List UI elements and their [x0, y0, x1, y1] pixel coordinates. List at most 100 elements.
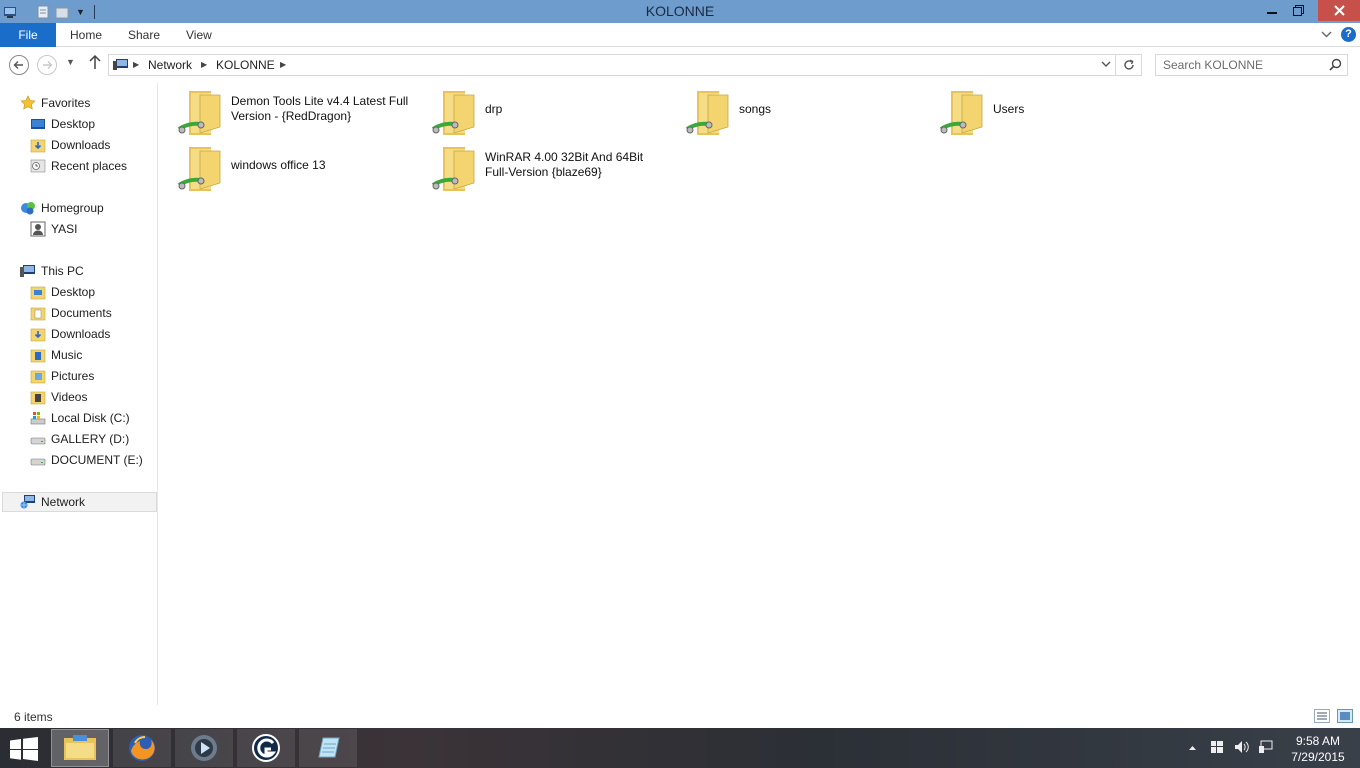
address-bar[interactable]: ▶ Network ▶ KOLONNE ▶	[108, 54, 1116, 76]
action-center-flag-icon[interactable]	[1210, 740, 1224, 754]
show-hidden-icons-chevron-icon[interactable]	[1188, 745, 1197, 751]
crumb-chevron-icon[interactable]: ▶	[201, 60, 207, 69]
sidebar-item-label: Pictures	[51, 369, 95, 383]
refresh-icon	[1123, 59, 1134, 70]
file-name: drp	[485, 101, 503, 116]
sidebar-item-pc-desktop[interactable]: Desktop	[30, 282, 95, 302]
notepad-icon	[318, 737, 340, 758]
arrow-right-icon	[43, 61, 53, 69]
windows-start-icon[interactable]	[10, 737, 38, 761]
sidebar-item-downloads[interactable]: Downloads	[30, 135, 110, 155]
tab-share[interactable]: Share	[128, 23, 160, 47]
sidebar-item-label: GALLERY (D:)	[51, 432, 130, 446]
star-icon	[20, 95, 36, 110]
shared-folder-icon	[177, 147, 221, 191]
restore-button[interactable]	[1286, 0, 1310, 21]
clock-time: 9:58 AM	[1295, 734, 1341, 748]
network-icon	[20, 495, 35, 509]
sidebar-item-gallery-d[interactable]: GALLERY (D:)	[30, 429, 129, 449]
large-icons-view-button[interactable]	[1337, 709, 1353, 723]
recent-locations-chevron-icon[interactable]: ▼	[66, 57, 75, 67]
help-icon[interactable]: ?	[1341, 27, 1356, 42]
file-name: windows office 13	[231, 157, 326, 172]
minimize-button[interactable]	[1258, 0, 1286, 21]
firefox-icon	[129, 735, 155, 761]
file-name: WinRAR 4.00 32Bit And 64Bit Full-Version…	[485, 150, 644, 179]
large-icons-view-icon	[1340, 712, 1350, 720]
address-dropdown-chevron-icon[interactable]	[1101, 61, 1111, 69]
search-icon[interactable]	[1329, 58, 1342, 71]
crumb-kolonne[interactable]: KOLONNE	[216, 58, 275, 72]
sidebar-item-label: Network	[41, 495, 86, 509]
tab-file[interactable]: File	[0, 23, 56, 47]
sidebar-item-local-disk-c[interactable]: Local Disk (C:)	[30, 408, 130, 428]
expand-ribbon-chevron-icon[interactable]	[1321, 31, 1332, 38]
sidebar-item-documents[interactable]: Documents	[30, 303, 112, 323]
sidebar-item-favorites[interactable]: Favorites	[20, 93, 90, 113]
taskbar-notepad[interactable]	[299, 729, 357, 767]
taskbar-app-g[interactable]	[237, 729, 295, 767]
crumb-chevron-icon[interactable]: ▶	[133, 60, 139, 69]
sidebar-item-label: Downloads	[51, 327, 111, 341]
title-bar: ▼ KOLONNE	[0, 0, 1360, 23]
list-item[interactable]: Users	[921, 83, 1171, 135]
sidebar-item-this-pc[interactable]: This PC	[20, 261, 84, 281]
app-g-icon	[252, 734, 280, 762]
sidebar-item-recent-places[interactable]: Recent places	[30, 156, 127, 176]
sidebar-item-label: Downloads	[51, 138, 111, 152]
sidebar-item-label: Local Disk (C:)	[51, 411, 130, 425]
item-count: 6 items	[14, 710, 53, 724]
details-view-button[interactable]	[1314, 709, 1330, 723]
sidebar-item-label: YASI	[51, 222, 78, 236]
tab-view[interactable]: View	[186, 23, 212, 47]
downloads-folder-icon	[30, 328, 46, 342]
back-button[interactable]	[9, 55, 29, 75]
status-bar: 6 items	[0, 705, 1360, 728]
sidebar-item-document-e[interactable]: DOCUMENT (E:)	[30, 450, 143, 470]
sidebar-item-pictures[interactable]: Pictures	[30, 366, 94, 386]
sidebar-item-network[interactable]: Network	[2, 492, 157, 512]
sidebar-item-videos[interactable]: Videos	[30, 387, 87, 407]
list-item[interactable]: WinRAR 4.00 32Bit And 64Bit Full-Version…	[413, 139, 663, 191]
media-player-icon	[191, 735, 217, 761]
sidebar-item-music[interactable]: Music	[30, 345, 82, 365]
details-view-icon	[1317, 712, 1327, 720]
taskbar-media-player[interactable]	[175, 729, 233, 767]
list-item[interactable]: Demon Tools Lite v4.4 Latest Full Versio…	[159, 83, 409, 135]
network-pc-icon	[113, 59, 128, 70]
sidebar-item-desktop[interactable]: Desktop	[30, 114, 95, 134]
search-box[interactable]	[1155, 54, 1348, 76]
desktop-icon	[31, 119, 45, 129]
recent-places-icon	[30, 159, 46, 173]
tab-home[interactable]: Home	[70, 23, 102, 47]
navigation-pane: Favorites Desktop Downloads Recent place…	[0, 83, 158, 705]
file-name: Users	[993, 101, 1025, 116]
crumb-network[interactable]: Network	[148, 58, 192, 72]
taskbar-firefox[interactable]	[113, 729, 171, 767]
sidebar-item-label: Recent places	[51, 159, 128, 173]
list-item[interactable]: drp	[413, 83, 663, 135]
close-button[interactable]	[1318, 0, 1360, 21]
file-explorer-icon	[64, 735, 96, 760]
crumb-chevron-icon[interactable]: ▶	[280, 60, 286, 69]
sidebar-item-label: This PC	[41, 264, 84, 278]
refresh-button[interactable]	[1116, 54, 1142, 76]
file-name: Demon Tools Lite v4.4 Latest Full Versio…	[231, 94, 409, 123]
search-input[interactable]	[1156, 55, 1316, 75]
shared-folder-icon	[177, 91, 221, 135]
system-clock[interactable]: 9:58 AM 7/29/2015	[1282, 733, 1354, 765]
list-item[interactable]: windows office 13	[159, 139, 409, 191]
sidebar-item-homegroup[interactable]: Homegroup	[20, 198, 104, 218]
volume-icon[interactable]	[1234, 740, 1250, 754]
sidebar-item-label: Documents	[51, 306, 112, 320]
sidebar-item-pc-downloads[interactable]: Downloads	[30, 324, 110, 344]
restore-icon	[1292, 5, 1304, 16]
taskbar-file-explorer[interactable]	[51, 729, 109, 767]
forward-button[interactable]	[37, 55, 57, 75]
shared-folder-icon	[939, 91, 983, 135]
pictures-folder-icon	[30, 370, 46, 384]
sidebar-item-yasi[interactable]: YASI	[30, 219, 77, 239]
network-tray-icon[interactable]	[1258, 740, 1274, 754]
up-arrow-icon[interactable]	[88, 54, 102, 70]
list-item[interactable]: songs	[667, 83, 917, 135]
